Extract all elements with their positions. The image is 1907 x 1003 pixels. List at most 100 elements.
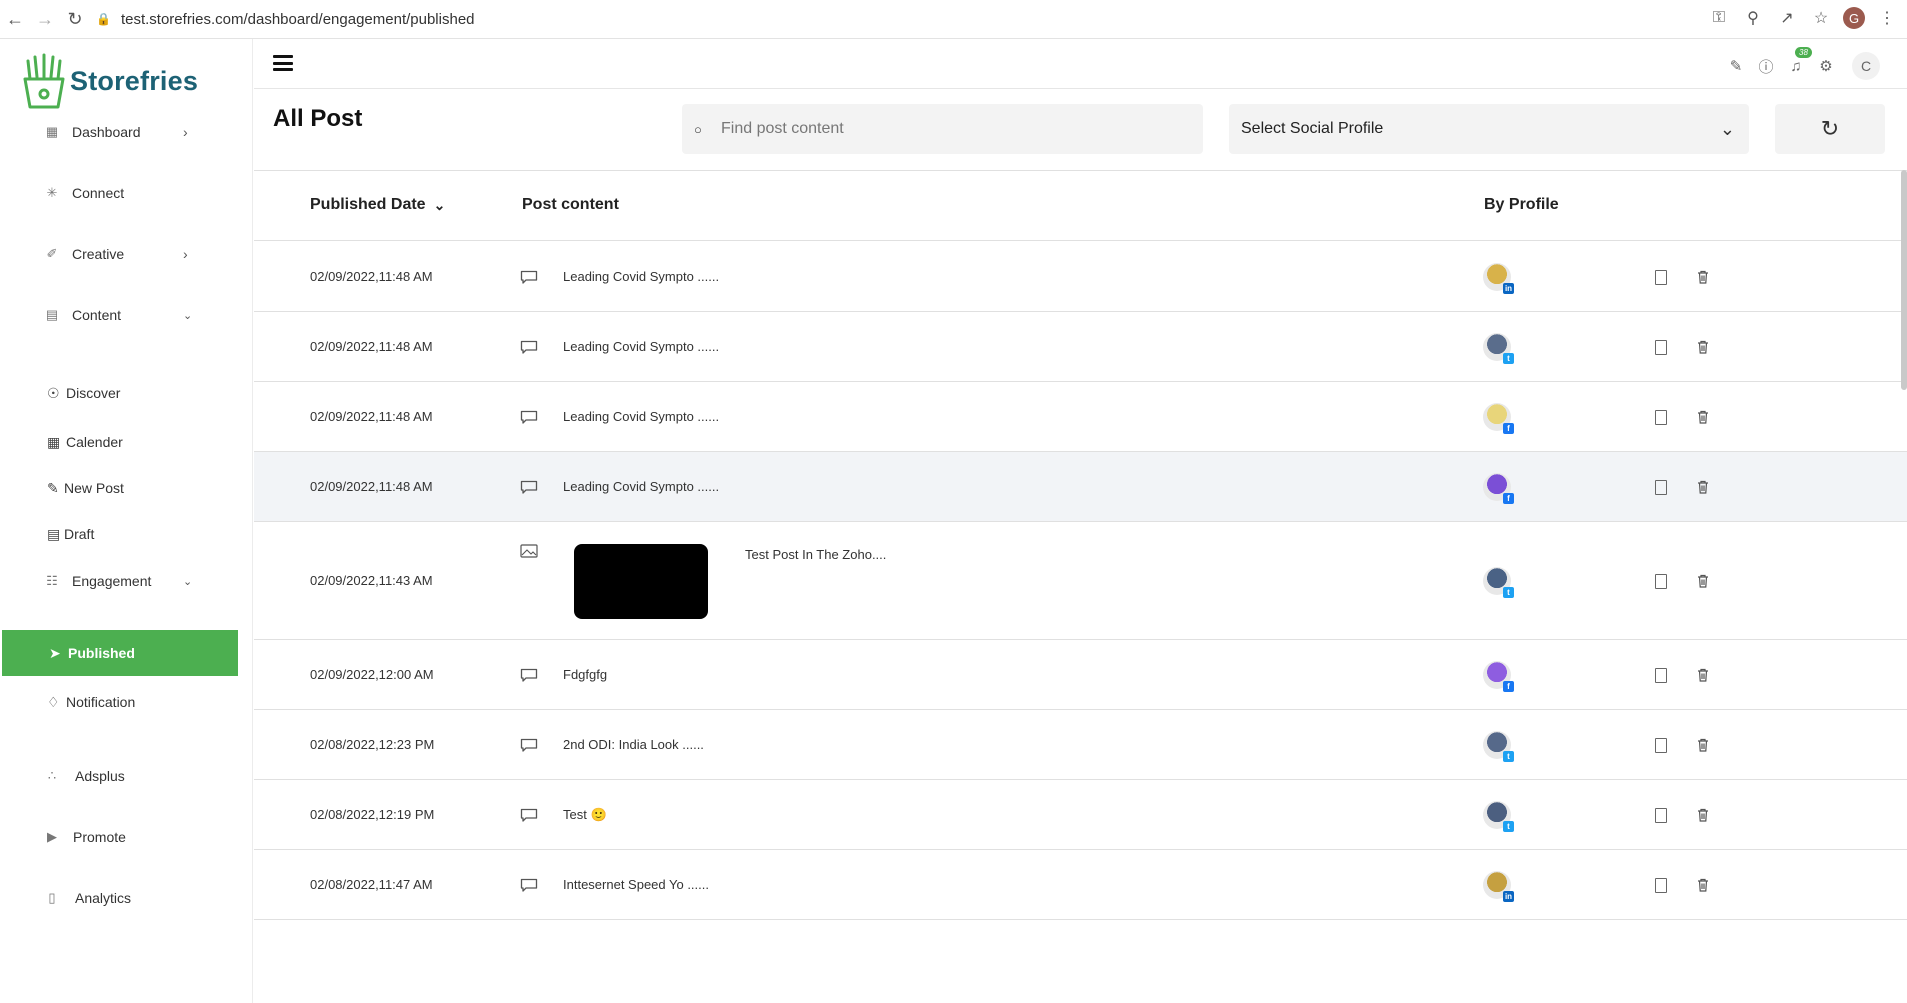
- trash-icon[interactable]: [1697, 878, 1709, 892]
- sidebar-item-analytics[interactable]: ▯ Analytics: [0, 876, 253, 920]
- chevron-down-icon: ⌄: [1719, 118, 1735, 139]
- scrollbar[interactable]: [1901, 170, 1907, 390]
- copy-icon[interactable]: [1655, 480, 1667, 495]
- linkedin-icon: in: [1503, 283, 1514, 294]
- sidebar-item-discover[interactable]: ☉ Discover: [0, 373, 253, 413]
- back-icon[interactable]: ←: [0, 4, 30, 34]
- linkedin-icon: in: [1503, 891, 1514, 902]
- sidebar-item-engagement[interactable]: ☷ Engagement ⌄: [0, 559, 253, 603]
- post-thumbnail[interactable]: [574, 544, 708, 619]
- connect-icon: ✳: [46, 185, 58, 200]
- browser-profile-avatar[interactable]: G: [1843, 7, 1865, 29]
- star-icon[interactable]: ☆: [1809, 6, 1833, 30]
- facebook-icon: f: [1503, 423, 1514, 434]
- table-row[interactable]: 02/08/2022,12:19 PM Test 🙂 t: [254, 780, 1907, 850]
- table-row[interactable]: 02/09/2022,12:00 AM Fdgfgfg f: [254, 640, 1907, 710]
- social-profile-select[interactable]: Select Social Profile ⌄: [1229, 104, 1749, 154]
- url-text: test.storefries.com/dashboard/engagement…: [120, 10, 475, 28]
- sidebar-item-calender[interactable]: ▦ Calender: [0, 422, 253, 462]
- compose-icon[interactable]: ✎: [1726, 56, 1746, 76]
- table-row[interactable]: 02/09/2022,11:48 AM Leading Covid Sympto …: [254, 312, 1907, 382]
- text-post-icon: [520, 668, 538, 682]
- sidebar-item-label: Calender: [66, 434, 123, 450]
- sidebar-item-dashboard[interactable]: ▦ Dashboard ›: [0, 110, 253, 154]
- copy-icon[interactable]: [1655, 340, 1667, 355]
- post-content-text[interactable]: Leading Covid Sympto ......: [563, 339, 719, 354]
- copy-icon[interactable]: [1655, 668, 1667, 683]
- refresh-button[interactable]: ↻: [1775, 104, 1885, 154]
- post-content-text[interactable]: Leading Covid Sympto ......: [563, 269, 719, 284]
- table-row[interactable]: 02/09/2022,11:48 AM Leading Covid Sympto …: [254, 242, 1907, 312]
- share-icon[interactable]: ↗: [1775, 6, 1799, 30]
- post-content-text[interactable]: Leading Covid Sympto ......: [563, 409, 719, 424]
- sidebar-item-adsplus[interactable]: ∴ Adsplus: [0, 754, 253, 798]
- help-icon[interactable]: ⓘ: [1756, 56, 1776, 76]
- copy-icon[interactable]: [1655, 410, 1667, 425]
- sidebar-item-label: Engagement: [72, 573, 152, 589]
- sidebar-item-published[interactable]: ➤ Published: [2, 630, 238, 676]
- sort-published-date[interactable]: Published Date ⌄: [310, 196, 445, 214]
- column-header-content: Post content: [522, 196, 619, 213]
- copy-icon[interactable]: [1655, 738, 1667, 753]
- post-content-text[interactable]: Test Post In The Zoho....: [745, 547, 886, 562]
- sidebar-item-draft[interactable]: ▤ Draft: [0, 514, 253, 554]
- table-row[interactable]: 02/09/2022,11:48 AM Leading Covid Sympto …: [254, 452, 1907, 522]
- published-date: 02/09/2022,11:48 AM: [310, 409, 433, 424]
- trash-icon[interactable]: [1697, 340, 1709, 354]
- table-row[interactable]: 02/09/2022,11:48 AM Leading Covid Sympto …: [254, 382, 1907, 452]
- table-row[interactable]: 02/08/2022,11:47 AM Inttesernet Speed Yo …: [254, 850, 1907, 920]
- post-content-text[interactable]: Fdgfgfg: [563, 667, 607, 682]
- copy-icon[interactable]: [1655, 270, 1667, 285]
- published-date: 02/09/2022,11:43 AM: [310, 573, 433, 588]
- trash-icon[interactable]: [1697, 574, 1709, 588]
- calendar-icon: ▦: [47, 433, 61, 450]
- table-row[interactable]: 02/09/2022,11:43 AM Test Post In The Zoho…: [254, 522, 1907, 640]
- published-date: 02/09/2022,12:00 AM: [310, 667, 434, 682]
- grid-icon: ▦: [45, 124, 59, 139]
- sidebar-item-creative[interactable]: ✐ Creative ›: [0, 232, 253, 276]
- search-box[interactable]: ○: [682, 104, 1203, 154]
- trash-icon[interactable]: [1697, 808, 1709, 822]
- gear-icon[interactable]: ⚙: [1816, 56, 1836, 76]
- zoom-icon[interactable]: ⚲: [1741, 6, 1765, 30]
- trash-icon[interactable]: [1697, 738, 1709, 752]
- logo[interactable]: Storefries: [22, 53, 198, 109]
- browser-menu-icon[interactable]: ⋮: [1875, 6, 1899, 30]
- trash-icon[interactable]: [1697, 480, 1709, 494]
- sidebar-item-notification[interactable]: ♢ Notification: [0, 682, 253, 722]
- sidebar-item-connect[interactable]: ✳ Connect: [0, 171, 253, 215]
- post-content-text[interactable]: 2nd ODI: India Look ......: [563, 737, 704, 752]
- sidebar-item-label: Adsplus: [75, 768, 125, 784]
- hamburger-menu-icon[interactable]: [273, 55, 293, 71]
- text-post-icon: [520, 270, 538, 284]
- published-date: 02/09/2022,11:48 AM: [310, 339, 433, 354]
- post-content-text[interactable]: Test 🙂: [563, 807, 607, 823]
- chevron-right-icon: ›: [183, 124, 188, 140]
- chevron-down-icon: ⌄: [433, 196, 446, 213]
- reload-icon[interactable]: ↻: [60, 4, 90, 34]
- bell-icon[interactable]: ♫ 38: [1786, 47, 1812, 76]
- copy-icon[interactable]: [1655, 878, 1667, 893]
- key-icon[interactable]: ⚿: [1707, 6, 1731, 30]
- trash-icon[interactable]: [1697, 668, 1709, 682]
- published-date: 02/08/2022,11:47 AM: [310, 877, 433, 892]
- text-post-icon: [520, 480, 538, 494]
- trash-icon[interactable]: [1697, 270, 1709, 284]
- trash-icon[interactable]: [1697, 410, 1709, 424]
- forward-icon[interactable]: →: [30, 4, 60, 34]
- edit-icon: ✎: [47, 479, 59, 496]
- sidebar-item-promote[interactable]: ▶ Promote: [0, 815, 253, 859]
- address-bar[interactable]: 🔒 test.storefries.com/dashboard/engageme…: [96, 5, 1776, 33]
- post-content-text[interactable]: Inttesernet Speed Yo ......: [563, 877, 709, 892]
- search-input[interactable]: [721, 120, 1191, 138]
- column-header-date: Published Date: [310, 196, 426, 213]
- copy-icon[interactable]: [1655, 574, 1667, 589]
- table-row[interactable]: 02/08/2022,12:23 PM 2nd ODI: India Look .…: [254, 710, 1907, 780]
- copy-icon[interactable]: [1655, 808, 1667, 823]
- post-content-text[interactable]: Leading Covid Sympto ......: [563, 479, 719, 494]
- sidebar-item-new-post[interactable]: ✎ New Post: [0, 468, 253, 508]
- facebook-icon: f: [1503, 681, 1514, 692]
- sidebar-item-content[interactable]: ▤ Content ⌄: [0, 293, 253, 337]
- chevron-right-icon: ›: [183, 246, 188, 262]
- user-avatar[interactable]: C: [1852, 52, 1880, 80]
